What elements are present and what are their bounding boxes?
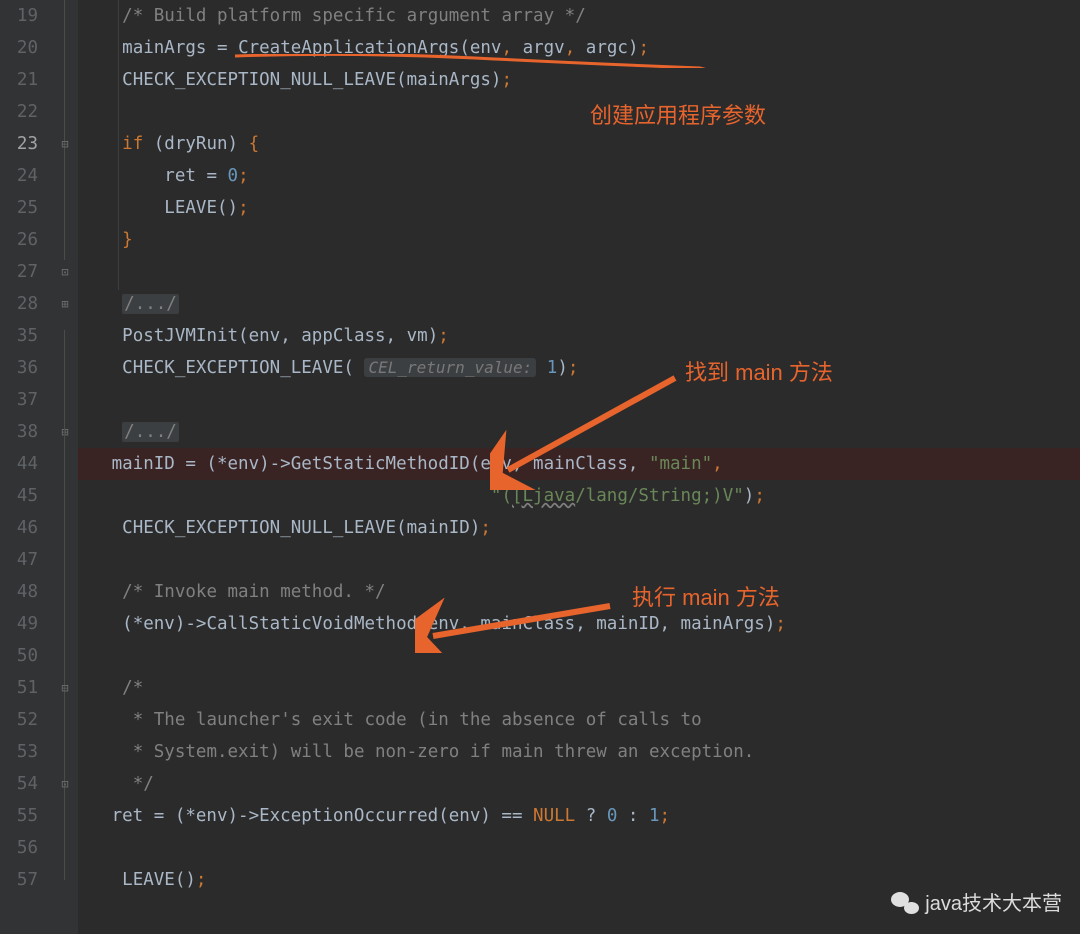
code-line[interactable]: * System.exit) will be non-zero if main … — [78, 736, 1080, 768]
fold-expand-icon[interactable]: ⊞ — [58, 297, 72, 311]
line-number: 28 — [0, 288, 38, 320]
watermark: java技术大本营 — [891, 887, 1062, 916]
line-number: 24 — [0, 160, 38, 192]
line-number: 27 — [0, 256, 38, 288]
line-number: 44 — [0, 448, 38, 480]
fold-gutter[interactable]: ⊟ ⊡ ⊞ ⊞ ⊟ ⊡ — [56, 0, 78, 934]
line-number: 19 — [0, 0, 38, 32]
line-number: 55 — [0, 800, 38, 832]
folded-region[interactable]: /.../ — [122, 422, 179, 442]
code-line[interactable]: /* Invoke main method. */ — [78, 576, 1080, 608]
fold-expand-icon[interactable]: ⊡ — [58, 777, 72, 791]
code-line[interactable]: * The launcher's exit code (in the absen… — [78, 704, 1080, 736]
fold-collapse-icon[interactable]: ⊟ — [58, 681, 72, 695]
line-number: 48 — [0, 576, 38, 608]
fold-expand-icon[interactable]: ⊞ — [58, 425, 72, 439]
line-number-gutter[interactable]: 19 20 21 22 23 24 25 26 27 28 35 36 37 3… — [0, 0, 56, 934]
fold-collapse-icon[interactable]: ⊟ — [58, 137, 72, 151]
line-number: 52 — [0, 704, 38, 736]
code-editor[interactable]: 19 20 21 22 23 24 25 26 27 28 35 36 37 3… — [0, 0, 1080, 934]
code-line[interactable]: LEAVE(); — [78, 192, 1080, 224]
code-line[interactable]: ret = (*env)->ExceptionOccurred(env) == … — [78, 800, 1080, 832]
code-line[interactable] — [78, 96, 1080, 128]
code-line[interactable]: mainID = (*env)->GetStaticMethodID(env, … — [78, 448, 1080, 480]
line-number: 35 — [0, 320, 38, 352]
code-line[interactable]: (*env)->CallStaticVoidMethod(env, mainCl… — [78, 608, 1080, 640]
code-line[interactable] — [78, 256, 1080, 288]
code-line[interactable]: */ — [78, 768, 1080, 800]
line-number: 26 — [0, 224, 38, 256]
code-line[interactable]: PostJVMInit(env, appClass, vm); — [78, 320, 1080, 352]
code-line[interactable] — [78, 832, 1080, 864]
wechat-icon — [891, 890, 919, 914]
code-line[interactable]: /* — [78, 672, 1080, 704]
line-number: 54 — [0, 768, 38, 800]
code-line[interactable] — [78, 544, 1080, 576]
code-line[interactable]: /.../ — [78, 416, 1080, 448]
code-line[interactable] — [78, 384, 1080, 416]
watermark-text: java技术大本营 — [925, 887, 1062, 916]
code-line[interactable]: CHECK_EXCEPTION_NULL_LEAVE(mainArgs); — [78, 64, 1080, 96]
code-line[interactable]: if (dryRun) { — [78, 128, 1080, 160]
line-number: 38 — [0, 416, 38, 448]
line-number: 57 — [0, 864, 38, 896]
line-number: 53 — [0, 736, 38, 768]
code-line[interactable]: CHECK_EXCEPTION_LEAVE( CEL_return_value:… — [78, 352, 1080, 384]
line-number: 45 — [0, 480, 38, 512]
parameter-hint: CEL_return_value: — [364, 358, 536, 377]
line-number: 50 — [0, 640, 38, 672]
line-number: 37 — [0, 384, 38, 416]
code-line[interactable]: } — [78, 224, 1080, 256]
line-number: 20 — [0, 32, 38, 64]
line-number: 56 — [0, 832, 38, 864]
code-line[interactable]: ret = 0; — [78, 160, 1080, 192]
line-number: 51 — [0, 672, 38, 704]
line-number: 46 — [0, 512, 38, 544]
folded-region[interactable]: /.../ — [122, 294, 179, 314]
line-number: 22 — [0, 96, 38, 128]
line-number: 21 — [0, 64, 38, 96]
line-number: 23 — [0, 128, 38, 160]
code-line[interactable]: mainArgs = CreateApplicationArgs(env, ar… — [78, 32, 1080, 64]
code-line[interactable]: CHECK_EXCEPTION_NULL_LEAVE(mainID); — [78, 512, 1080, 544]
code-line[interactable]: /* Build platform specific argument arra… — [78, 0, 1080, 32]
code-line[interactable]: /.../ — [78, 288, 1080, 320]
fold-expand-icon[interactable]: ⊡ — [58, 265, 72, 279]
line-number: 25 — [0, 192, 38, 224]
line-number: 49 — [0, 608, 38, 640]
code-line[interactable] — [78, 640, 1080, 672]
code-line[interactable]: "([Ljava/lang/String;)V"); — [78, 480, 1080, 512]
line-number: 47 — [0, 544, 38, 576]
line-number: 36 — [0, 352, 38, 384]
code-area[interactable]: /* Build platform specific argument arra… — [78, 0, 1080, 934]
